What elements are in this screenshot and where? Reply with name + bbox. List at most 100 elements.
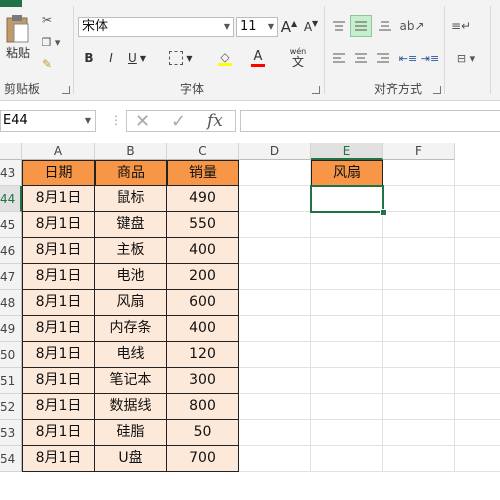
cell-d54[interactable] bbox=[239, 446, 311, 472]
cell-d47[interactable] bbox=[239, 264, 311, 290]
row-header-47[interactable]: 47 bbox=[0, 264, 22, 290]
orientation-button[interactable]: ab↗ bbox=[398, 16, 426, 36]
row-header-51[interactable]: 51 bbox=[0, 368, 22, 394]
active-cell-selection[interactable] bbox=[310, 185, 384, 213]
table-cell[interactable]: 硅脂 bbox=[95, 420, 167, 446]
cell-e54[interactable] bbox=[311, 446, 383, 472]
cell-g52[interactable] bbox=[455, 394, 500, 420]
align-top-button[interactable] bbox=[330, 16, 348, 36]
cell-e53[interactable] bbox=[311, 420, 383, 446]
table-cell[interactable]: 主板 bbox=[95, 238, 167, 264]
fill-handle[interactable] bbox=[380, 209, 387, 216]
cell-f52[interactable] bbox=[383, 394, 455, 420]
column-header-c[interactable]: C bbox=[167, 143, 239, 160]
table-cell[interactable]: U盘 bbox=[95, 446, 167, 472]
copy-button[interactable]: ❐ ▾ bbox=[36, 34, 66, 50]
cell-g48[interactable] bbox=[455, 290, 500, 316]
cell-d48[interactable] bbox=[239, 290, 311, 316]
cell-d50[interactable] bbox=[239, 342, 311, 368]
phonetic-guide-button[interactable]: wén 文 bbox=[286, 46, 310, 70]
format-painter-button[interactable]: ✎ bbox=[38, 56, 56, 72]
merge-center-button[interactable]: ⊟ ▾ bbox=[450, 48, 482, 68]
table-header-cell[interactable]: 日期 bbox=[22, 160, 95, 186]
column-header-d[interactable]: D bbox=[239, 143, 311, 160]
table-cell[interactable]: 8月1日 bbox=[22, 446, 95, 472]
table-cell[interactable]: 内存条 bbox=[95, 316, 167, 342]
table-cell[interactable]: 8月1日 bbox=[22, 316, 95, 342]
cell-g46[interactable] bbox=[455, 238, 500, 264]
cell-d43[interactable] bbox=[239, 160, 311, 186]
table-cell[interactable]: 490 bbox=[167, 186, 239, 212]
grow-font-button[interactable]: A ▲ bbox=[280, 17, 298, 37]
cell-e49[interactable] bbox=[311, 316, 383, 342]
align-left-button[interactable] bbox=[330, 48, 348, 68]
cell-e50[interactable] bbox=[311, 342, 383, 368]
shrink-font-button[interactable]: A ▼ bbox=[302, 17, 320, 37]
cell-f54[interactable] bbox=[383, 446, 455, 472]
decrease-indent-button[interactable]: ⇤≡ bbox=[398, 48, 418, 68]
cell-d49[interactable] bbox=[239, 316, 311, 342]
table-cell[interactable]: 风扇 bbox=[95, 290, 167, 316]
cell-f44[interactable] bbox=[383, 186, 455, 212]
row-header-50[interactable]: 50 bbox=[0, 342, 22, 368]
paste-button[interactable]: 粘贴 bbox=[2, 10, 34, 64]
cell-f51[interactable] bbox=[383, 368, 455, 394]
table-cell[interactable]: 8月1日 bbox=[22, 238, 95, 264]
column-header-e[interactable]: E bbox=[311, 143, 383, 160]
align-middle-button[interactable] bbox=[350, 15, 372, 37]
cut-button[interactable]: ✂ bbox=[38, 12, 56, 28]
table-cell[interactable]: 600 bbox=[167, 290, 239, 316]
row-header-43[interactable]: 43 bbox=[0, 160, 22, 186]
cell-g50[interactable] bbox=[455, 342, 500, 368]
cell-e51[interactable] bbox=[311, 368, 383, 394]
select-all-corner[interactable] bbox=[0, 143, 22, 160]
cell-f46[interactable] bbox=[383, 238, 455, 264]
cell-f45[interactable] bbox=[383, 212, 455, 238]
cell-g47[interactable] bbox=[455, 264, 500, 290]
table-cell[interactable]: 键盘 bbox=[95, 212, 167, 238]
table-cell[interactable]: 电池 bbox=[95, 264, 167, 290]
wrap-text-button[interactable]: ≡↵ bbox=[450, 16, 472, 36]
cancel-icon[interactable]: ✕ bbox=[135, 111, 150, 132]
column-header-a[interactable]: A bbox=[22, 143, 95, 160]
row-header-45[interactable]: 45 bbox=[0, 212, 22, 238]
cell-g44[interactable] bbox=[455, 186, 500, 212]
cell-e48[interactable] bbox=[311, 290, 383, 316]
cell-f53[interactable] bbox=[383, 420, 455, 446]
row-header-46[interactable]: 46 bbox=[0, 238, 22, 264]
row-header-53[interactable]: 53 bbox=[0, 420, 22, 446]
table-cell[interactable]: 300 bbox=[167, 368, 239, 394]
table-cell[interactable]: 8月1日 bbox=[22, 420, 95, 446]
row-header-44[interactable]: 44 bbox=[0, 186, 22, 212]
column-header-b[interactable]: B bbox=[95, 143, 167, 160]
table-cell[interactable]: 8月1日 bbox=[22, 186, 95, 212]
cell-d45[interactable] bbox=[239, 212, 311, 238]
cell-f50[interactable] bbox=[383, 342, 455, 368]
row-header-48[interactable]: 48 bbox=[0, 290, 22, 316]
table-header-cell[interactable]: 销量 bbox=[167, 160, 239, 186]
increase-indent-button[interactable]: ⇥≡ bbox=[420, 48, 440, 68]
font-size-combo[interactable]: 11 ▼ bbox=[236, 17, 278, 37]
row-header-49[interactable]: 49 bbox=[0, 316, 22, 342]
table-cell[interactable]: 8月1日 bbox=[22, 368, 95, 394]
cell-g53[interactable] bbox=[455, 420, 500, 446]
cell-d52[interactable] bbox=[239, 394, 311, 420]
align-bottom-button[interactable] bbox=[376, 16, 394, 36]
clipboard-dialog-launcher[interactable] bbox=[62, 86, 70, 94]
table-cell[interactable]: 数据线 bbox=[95, 394, 167, 420]
font-color-button[interactable]: A bbox=[244, 48, 272, 68]
underline-button[interactable]: U ▼ bbox=[124, 48, 150, 68]
cell-e47[interactable] bbox=[311, 264, 383, 290]
table-cell[interactable]: 8月1日 bbox=[22, 342, 95, 368]
cell-g54[interactable] bbox=[455, 446, 500, 472]
cell-d51[interactable] bbox=[239, 368, 311, 394]
insert-function-icon[interactable]: fx bbox=[207, 111, 223, 131]
table-cell[interactable]: 鼠标 bbox=[95, 186, 167, 212]
fill-color-button[interactable]: ◇ bbox=[210, 48, 240, 68]
table-cell[interactable]: 400 bbox=[167, 316, 239, 342]
row-header-52[interactable]: 52 bbox=[0, 394, 22, 420]
enter-icon[interactable]: ✓ bbox=[171, 111, 186, 132]
table-cell[interactable]: 笔记本 bbox=[95, 368, 167, 394]
cell-e46[interactable] bbox=[311, 238, 383, 264]
cell-f49[interactable] bbox=[383, 316, 455, 342]
